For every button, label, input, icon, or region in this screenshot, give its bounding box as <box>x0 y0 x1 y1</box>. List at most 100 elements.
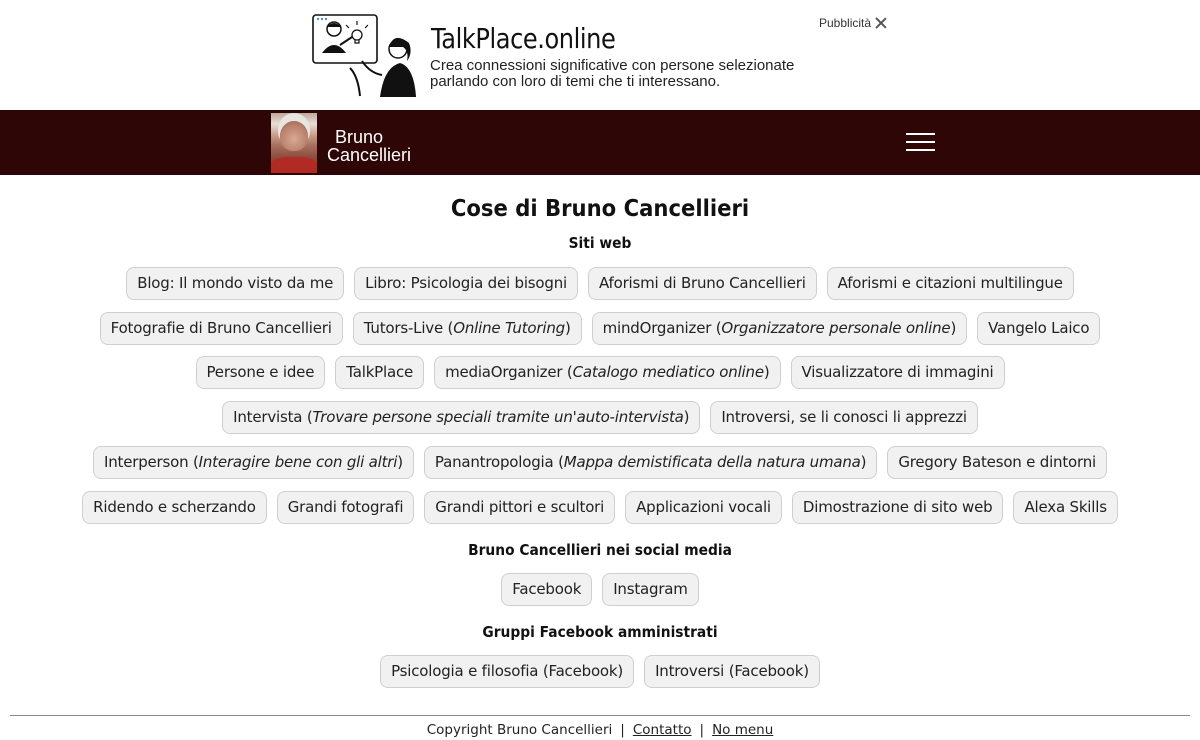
link-button[interactable]: Grandi fotografi <box>276 491 415 524</box>
link-button[interactable]: Aforismi di Bruno Cancellieri <box>588 267 817 300</box>
hamburger-bar <box>906 133 935 135</box>
link-row: Interperson (Interagire bene con gli alt… <box>0 446 1200 479</box>
link-button[interactable]: Applicazioni vocali <box>625 491 782 524</box>
section-title-social: Bruno Cancellieri nei social media <box>468 541 732 559</box>
site-name[interactable]: Bruno Cancellieri <box>327 128 411 164</box>
link-button[interactable]: Intervista (Trovare persone speciali tra… <box>222 401 701 434</box>
talk-illustration-icon <box>312 14 416 97</box>
site-name-line: Bruno <box>335 127 384 147</box>
link-label: mediaOrganizer ( <box>445 363 573 381</box>
footer-separator: | <box>620 722 625 738</box>
ad-label: Pubblicità <box>819 16 887 30</box>
link-button[interactable]: Grandi pittori e scultori <box>424 491 616 524</box>
link-button[interactable]: Facebook <box>501 573 593 606</box>
avatar[interactable] <box>271 113 317 173</box>
link-button[interactable]: Introversi, se li conosci li apprezzi <box>710 401 978 434</box>
link-label: Libro: Psicologia dei bisogni <box>365 274 567 292</box>
link-label: Introversi (Facebook) <box>655 662 809 680</box>
footer-divider <box>10 715 1190 716</box>
link-label: Psicologia e filosofia (Facebook) <box>391 662 624 680</box>
link-button[interactable]: Visualizzatore di immagini <box>790 356 1005 389</box>
link-button[interactable]: Psicologia e filosofia (Facebook) <box>380 655 635 688</box>
link-label: Dimostrazione di sito web <box>802 498 993 516</box>
link-row: Persone e idee TalkPlace mediaOrganizer (C… <box>0 356 1200 389</box>
link-button[interactable]: Dimostrazione di sito web <box>791 491 1004 524</box>
link-button[interactable]: Introversi (Facebook) <box>644 655 820 688</box>
link-label: Facebook <box>512 580 582 598</box>
link-row: Blog: Il mondo visto da me Libro: Psicolo… <box>0 267 1200 300</box>
link-label: mindOrganizer ( <box>602 319 722 337</box>
link-button[interactable]: Tutors-Live (Online Tutoring) <box>352 312 582 345</box>
link-button[interactable]: Libro: Psicologia dei bisogni <box>354 267 578 300</box>
link-label: Aforismi e citazioni multilingue <box>837 274 1063 292</box>
footer-copyright: Copyright Bruno Cancellieri <box>426 722 613 738</box>
link-label: Panantropologia ( <box>434 453 564 471</box>
ad-title[interactable]: TalkPlace.online <box>431 22 616 55</box>
link-label: Fotografie di Bruno Cancellieri <box>110 319 332 337</box>
link-label: Tutors-Live ( <box>363 319 454 337</box>
link-subtitle: Trovare persone speciali tramite un'auto… <box>312 408 684 426</box>
link-label: Blog: Il mondo visto da me <box>137 274 334 292</box>
link-label: TalkPlace <box>346 363 414 381</box>
section-title-groups: Gruppi Facebook amministrati <box>482 623 718 641</box>
link-subtitle: Online Tutoring <box>453 319 565 337</box>
link-subtitle: Organizzatore personale online <box>721 319 951 337</box>
ad-label-text: Pubblicità <box>819 16 872 30</box>
link-row: Intervista (Trovare persone speciali tra… <box>0 401 1200 434</box>
ad-description-line: parlando con loro di temi che ti interes… <box>430 73 721 90</box>
link-button[interactable]: Interperson (Interagire bene con gli alt… <box>92 446 414 479</box>
link-label: Alexa Skills <box>1024 498 1107 516</box>
close-icon[interactable] <box>875 17 887 29</box>
link-button[interactable]: Vangelo Laico <box>977 312 1101 345</box>
contact-link[interactable]: Contatto <box>633 722 692 738</box>
link-button[interactable]: Ridendo e scherzando <box>82 491 267 524</box>
page-title: Cose di Bruno Cancellieri <box>450 196 750 222</box>
link-label: Ridendo e scherzando <box>93 498 256 516</box>
link-button[interactable]: TalkPlace <box>335 356 425 389</box>
link-row: Psicologia e filosofia (Facebook) Introve… <box>0 655 1200 688</box>
footer-separator: | <box>699 722 705 738</box>
link-label: Persone e idee <box>206 363 315 381</box>
link-button[interactable]: Persone e idee <box>195 356 326 389</box>
ad-banner[interactable]: TalkPlace.online Crea connessioni signif… <box>0 0 1200 110</box>
link-button[interactable]: Aforismi e citazioni multilingue <box>826 267 1074 300</box>
link-button[interactable]: Instagram <box>602 573 699 606</box>
link-row: Ridendo e scherzando Grandi fotografi Gran… <box>0 491 1200 524</box>
footer: Copyright Bruno Cancellieri | Contatto | No … <box>0 722 1200 738</box>
link-button[interactable]: mindOrganizer (Organizzatore personale o… <box>591 312 968 345</box>
site-name-line: Cancellieri <box>327 145 412 165</box>
section-title-websites: Siti web <box>568 234 632 252</box>
link-label-tail: ) <box>564 319 571 337</box>
link-label: Grandi fotografi <box>287 498 404 516</box>
link-label: Vangelo Laico <box>988 319 1090 337</box>
site-header: Bruno Cancellieri <box>0 110 1200 175</box>
link-subtitle: Mappa demistificata della natura umana <box>563 453 861 471</box>
link-row: Facebook Instagram <box>0 573 1200 606</box>
link-button[interactable]: mediaOrganizer (Catalogo mediatico onlin… <box>434 356 781 389</box>
link-label-tail: ) <box>763 363 770 381</box>
hamburger-bar <box>906 141 935 143</box>
link-label: Applicazioni vocali <box>636 498 771 516</box>
link-button[interactable]: Blog: Il mondo visto da me <box>126 267 345 300</box>
link-row: Fotografie di Bruno Cancellieri Tutors-Li… <box>0 312 1200 345</box>
link-label-tail: ) <box>950 319 957 337</box>
link-button[interactable]: Panantropologia (Mappa demistificata del… <box>423 446 878 479</box>
link-label: Gregory Bateson e dintorni <box>898 453 1097 471</box>
hamburger-bar <box>906 149 935 151</box>
ad-description: Crea connessioni significative con perso… <box>430 58 794 90</box>
link-label: Grandi pittori e scultori <box>435 498 605 516</box>
hamburger-menu-icon[interactable] <box>906 133 935 153</box>
link-label: Visualizzatore di immagini <box>801 363 994 381</box>
link-label: Instagram <box>613 580 688 598</box>
no-menu-link[interactable]: No menu <box>712 722 773 738</box>
link-label-tail: ) <box>860 453 867 471</box>
link-label-tail: ) <box>397 453 403 471</box>
link-button[interactable]: Fotografie di Bruno Cancellieri <box>99 312 343 345</box>
link-button[interactable]: Alexa Skills <box>1013 491 1118 524</box>
link-label-tail: ) <box>683 408 690 426</box>
link-label: Interperson ( <box>103 453 199 471</box>
link-button[interactable]: Gregory Bateson e dintorni <box>887 446 1108 479</box>
link-label: Introversi, se li conosci li apprezzi <box>721 408 967 426</box>
ad-description-line: Crea connessioni significative con perso… <box>430 57 795 74</box>
link-subtitle: Catalogo mediatico online <box>572 363 764 381</box>
